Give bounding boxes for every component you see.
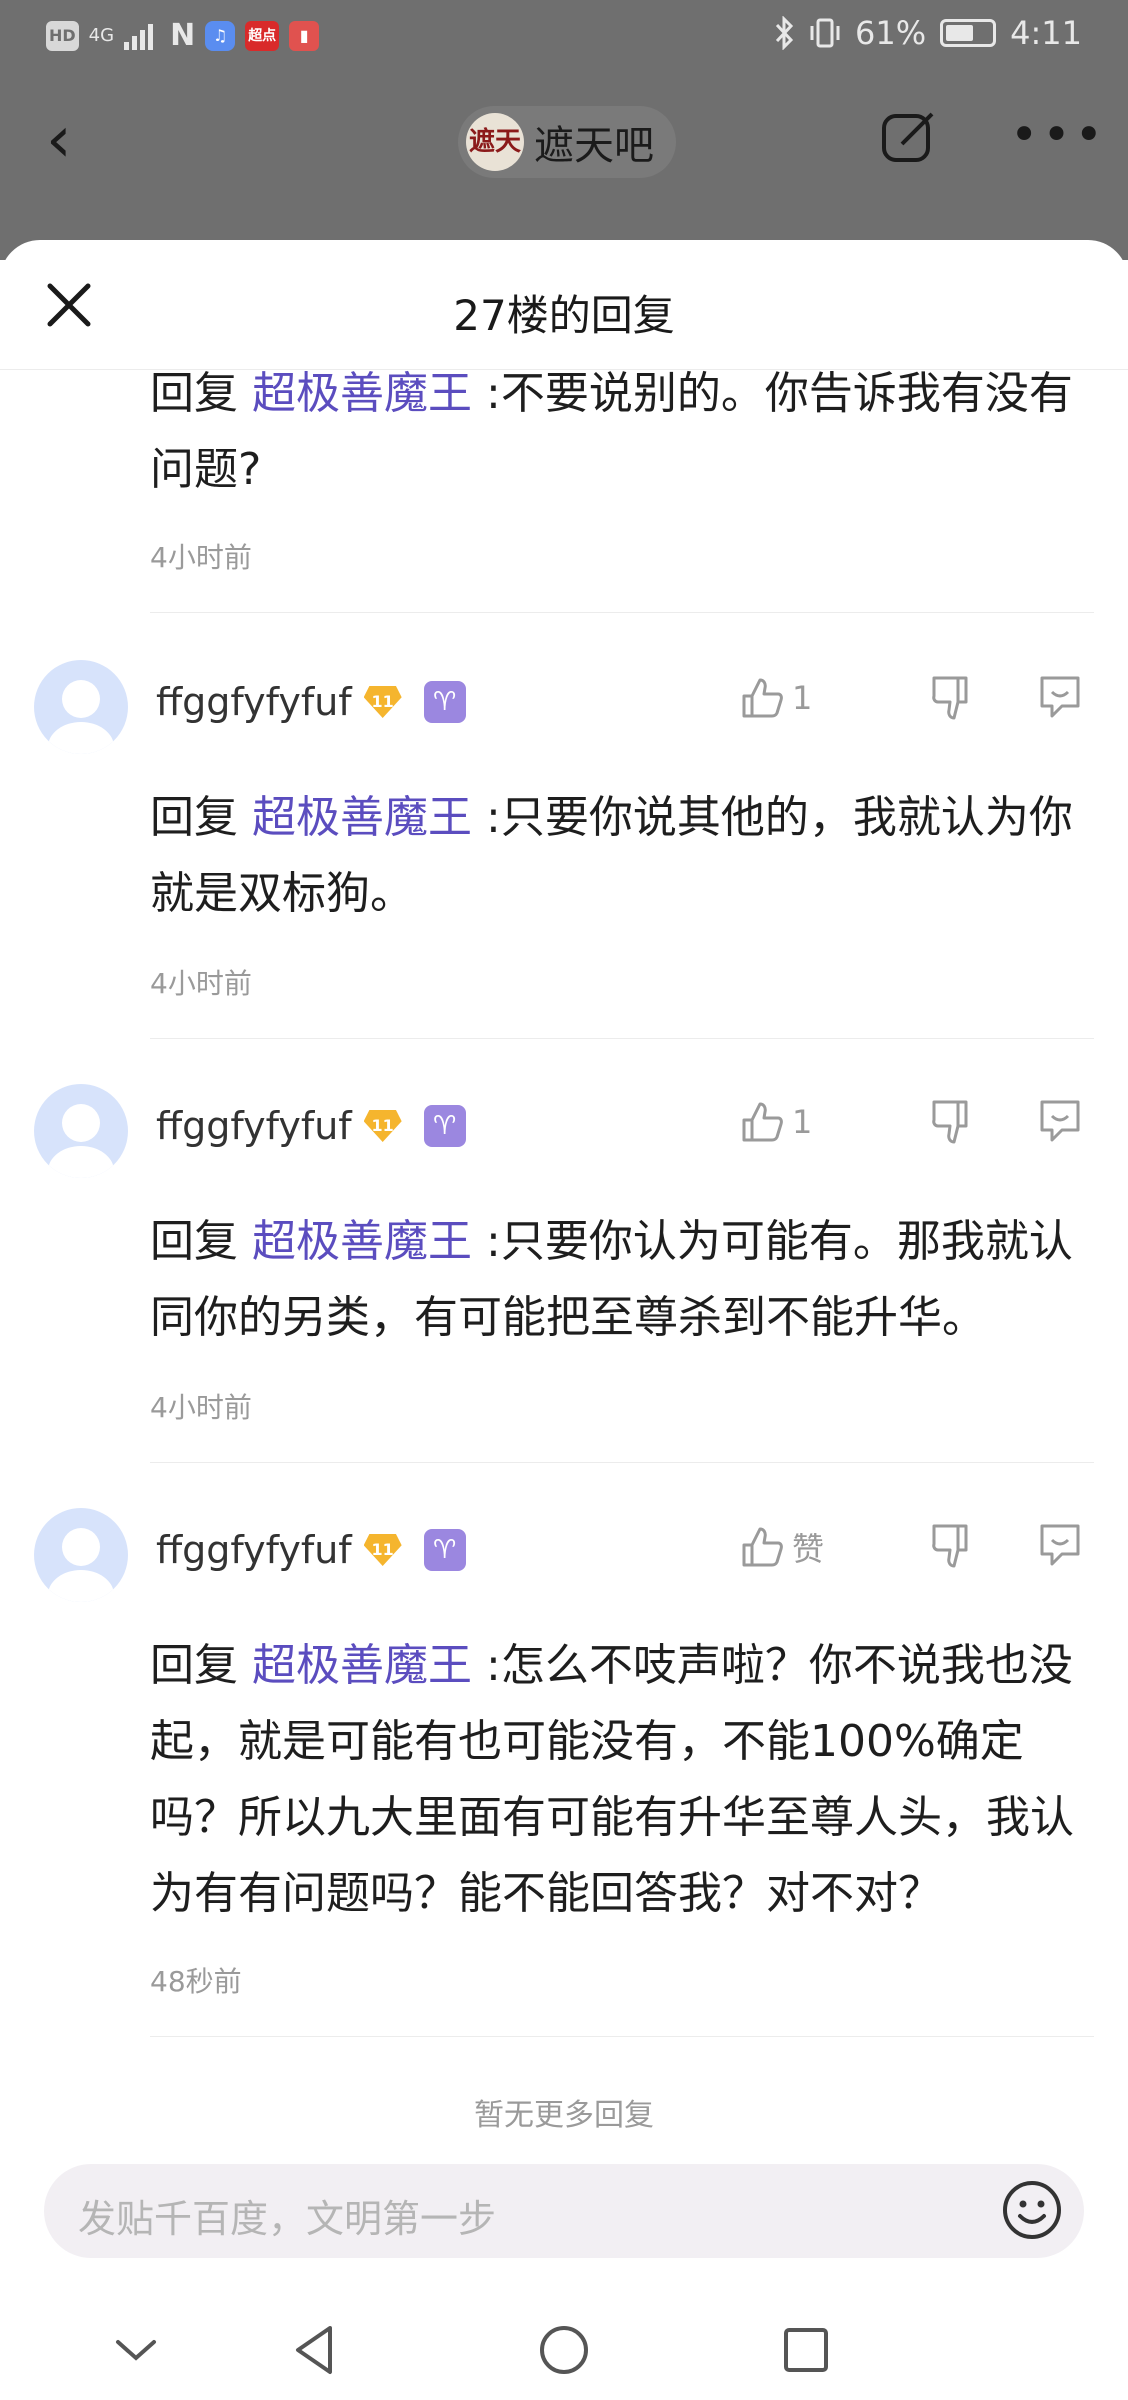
more-icon[interactable]: ••• bbox=[1010, 111, 1107, 159]
username-row: ffggfyfyfuf 11 ♈ bbox=[156, 1528, 466, 1572]
signal-icon bbox=[124, 23, 154, 50]
thumbs-up-icon bbox=[742, 678, 783, 718]
mention-link[interactable]: 超极善魔王 bbox=[252, 368, 472, 419]
vibrate-icon bbox=[810, 18, 840, 48]
book-app-icon: ▮ bbox=[289, 20, 320, 51]
reply-time: 4小时前 bbox=[150, 967, 252, 1000]
sheet-header: 27楼的回复 bbox=[0, 240, 1128, 370]
mention-link[interactable]: 超极善魔王 bbox=[252, 1216, 472, 1267]
username-row: ffggfyfyfuf 11 ♈ bbox=[156, 1104, 466, 1148]
divider bbox=[150, 1462, 1094, 1463]
comment-icon[interactable] bbox=[1036, 1098, 1084, 1144]
reply-prefix: 回复 bbox=[150, 1640, 238, 1691]
reply-actions: 赞 bbox=[740, 1524, 1080, 1570]
emoji-icon[interactable] bbox=[1000, 2178, 1064, 2242]
avatar[interactable] bbox=[34, 1084, 128, 1178]
forum-logo: 遮天 bbox=[466, 113, 524, 171]
home-circle-icon[interactable] bbox=[538, 2324, 590, 2376]
like-button[interactable]: 1 bbox=[740, 1100, 860, 1144]
avatar[interactable] bbox=[34, 660, 128, 754]
4g-icon: 4G bbox=[88, 25, 115, 46]
status-right-icons: 61% 4:11 bbox=[773, 14, 1082, 52]
top-nav: ‹ 遮天 遮天吧 ••• bbox=[0, 90, 1128, 190]
like-count: 1 bbox=[792, 1103, 813, 1141]
battery-fill bbox=[946, 25, 974, 41]
status-bar: HD 4G N ♫ 超点 ▮ 61% 4:11 bbox=[0, 0, 1128, 70]
music-app-icon: ♫ bbox=[205, 20, 236, 51]
reply-prefix: 回复 bbox=[150, 368, 238, 419]
reply-actions: 1 bbox=[740, 676, 1080, 720]
like-label: 赞 bbox=[792, 1530, 825, 1568]
battery-icon bbox=[940, 19, 997, 47]
forum-pill[interactable]: 遮天 遮天吧 bbox=[458, 106, 676, 178]
replies-sheet: 27楼的回复 回复 超极善魔王 :不要说别的。你告诉我有没有问题? 4小时前 f… bbox=[0, 240, 1128, 2400]
thumbs-down-icon[interactable] bbox=[930, 1522, 974, 1570]
zodiac-badge: ♈ bbox=[423, 1105, 466, 1147]
battery-percent: 61% bbox=[855, 14, 927, 52]
mention-link[interactable]: 超极善魔王 bbox=[252, 1640, 472, 1691]
reply-text[interactable]: 回复 超极善魔王 :只要你认为可能有。那我就认同你的另类，有可能把至尊杀到不能升… bbox=[150, 1204, 1100, 1356]
comment-icon[interactable] bbox=[1036, 1522, 1084, 1568]
reply-text[interactable]: 回复 超极善魔王 :只要你说其他的，我就认为你就是双标狗。 bbox=[150, 780, 1100, 932]
reply-time: 4小时前 bbox=[150, 1391, 252, 1424]
mention-link[interactable]: 超极善魔王 bbox=[252, 792, 472, 843]
reply-prefix: 回复 bbox=[150, 1216, 238, 1267]
level-badge: 11 bbox=[363, 1534, 402, 1566]
thumbs-up-icon bbox=[742, 1102, 783, 1142]
clock: 4:11 bbox=[1010, 14, 1082, 52]
reply-input-placeholder: 发贴千百度，文明第一步 bbox=[78, 2197, 497, 2241]
username-row: ffggfyfyfuf 11 ♈ bbox=[156, 680, 466, 724]
like-count: 1 bbox=[792, 679, 813, 717]
divider bbox=[150, 612, 1094, 613]
bluetooth-icon bbox=[775, 16, 794, 50]
share-icon[interactable] bbox=[880, 108, 938, 166]
forum-name: 遮天吧 bbox=[534, 123, 654, 169]
reply-input[interactable]: 发贴千百度，文明第一步 bbox=[44, 2164, 1084, 2258]
username[interactable]: ffggfyfyfuf bbox=[156, 1528, 352, 1572]
chaodian-app-icon: 超点 bbox=[245, 20, 280, 51]
level-badge: 11 bbox=[363, 1110, 402, 1142]
username[interactable]: ffggfyfyfuf bbox=[156, 1104, 352, 1148]
reply-time: 4小时前 bbox=[150, 541, 252, 574]
thumbs-up-icon bbox=[742, 1527, 783, 1567]
reply-prefix: 回复 bbox=[150, 792, 238, 843]
no-more-replies: 暂无更多回复 bbox=[474, 2098, 654, 2133]
username[interactable]: ffggfyfyfuf bbox=[156, 680, 352, 724]
back-icon[interactable]: ‹ bbox=[46, 108, 72, 172]
like-button[interactable]: 赞 bbox=[740, 1524, 860, 1570]
avatar[interactable] bbox=[34, 1508, 128, 1602]
system-nav-bar bbox=[0, 2300, 1128, 2400]
thumbs-down-icon[interactable] bbox=[930, 1098, 974, 1146]
sheet-title: 27楼的回复 bbox=[453, 291, 675, 340]
chevron-down-icon[interactable] bbox=[112, 2334, 160, 2366]
thumbs-down-icon[interactable] bbox=[930, 674, 974, 722]
recents-square-icon[interactable] bbox=[782, 2326, 830, 2374]
zodiac-badge: ♈ bbox=[423, 681, 466, 723]
hd-icon: HD bbox=[46, 20, 79, 51]
comment-icon[interactable] bbox=[1036, 674, 1084, 720]
reply-actions: 1 bbox=[740, 1100, 1080, 1144]
reply-text[interactable]: 回复 超极善魔王 :怎么不吱声啦？你不说我也没起，就是可能有也可能没有，不能10… bbox=[150, 1628, 1100, 1932]
level-badge: 11 bbox=[363, 686, 402, 718]
divider bbox=[150, 1038, 1094, 1039]
reply-time: 48秒前 bbox=[150, 1965, 242, 1998]
like-button[interactable]: 1 bbox=[740, 676, 860, 720]
zodiac-badge: ♈ bbox=[423, 1529, 466, 1571]
status-left-icons: HD 4G N ♫ 超点 ▮ bbox=[46, 18, 320, 53]
reply-text[interactable]: 回复 超极善魔王 :不要说别的。你告诉我有没有问题? bbox=[150, 356, 1100, 508]
divider bbox=[150, 2036, 1094, 2037]
nfc-icon: N bbox=[170, 18, 196, 53]
back-triangle-icon[interactable] bbox=[290, 2324, 338, 2376]
